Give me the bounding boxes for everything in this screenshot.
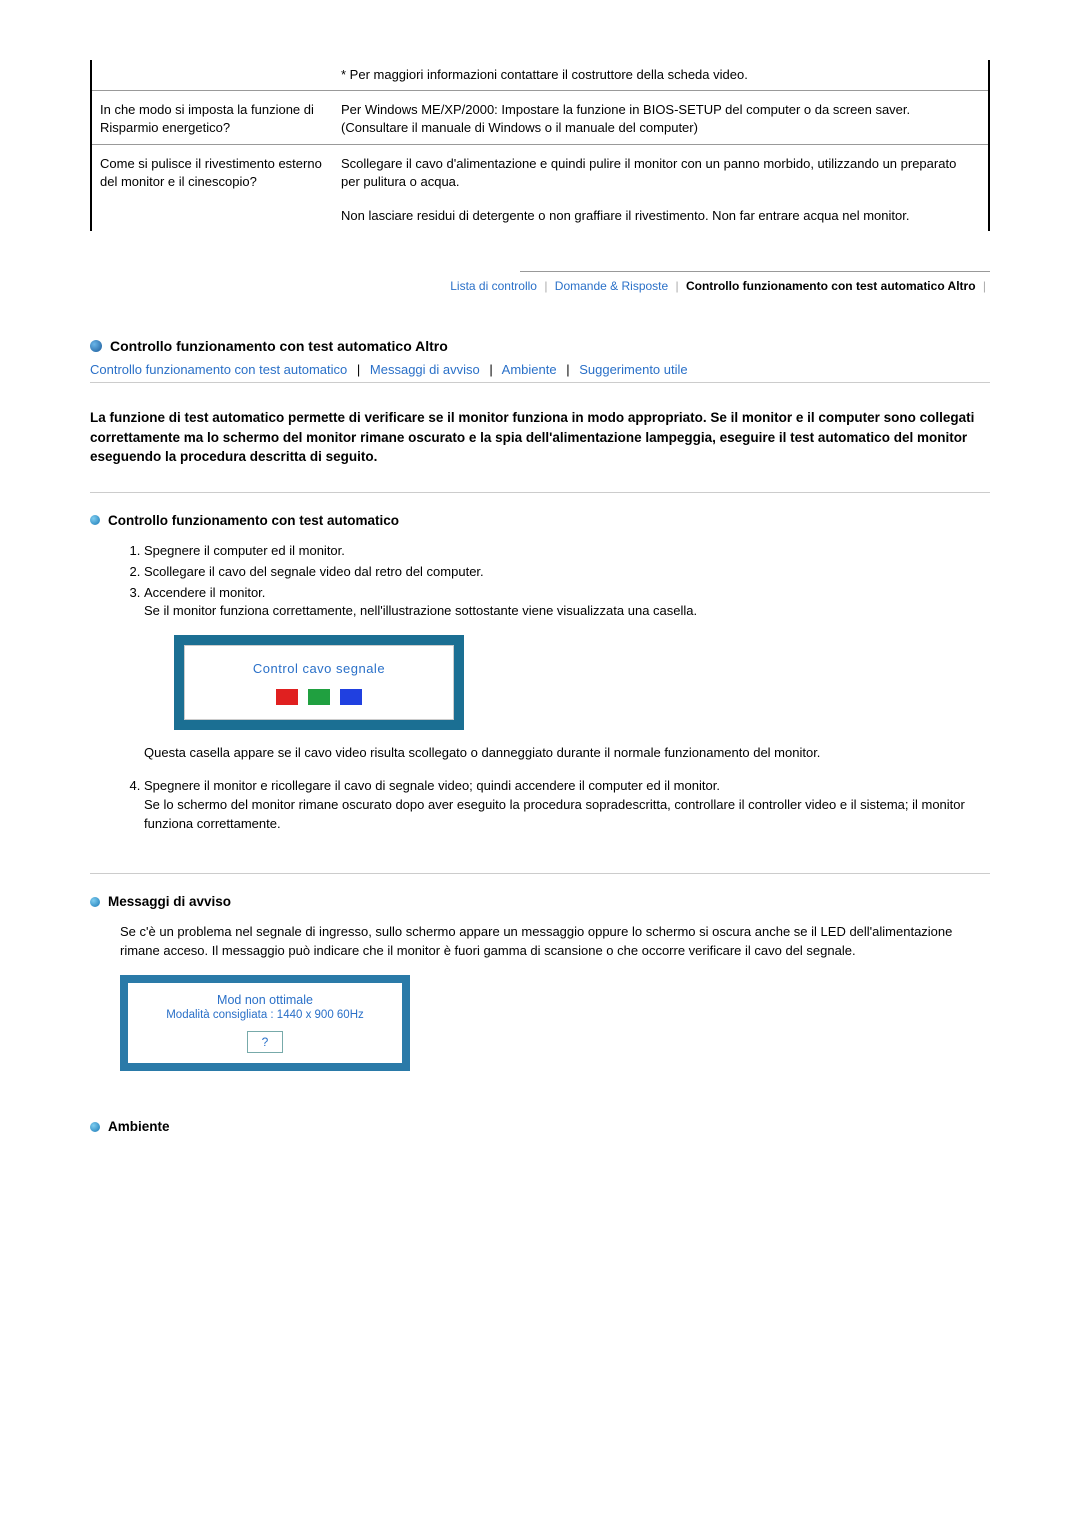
dialog-line: Mod non ottimale — [136, 993, 394, 1007]
step-text: Spegnere il computer ed il monitor. — [144, 543, 345, 558]
dialog-line: Modalità consigliata : 1440 x 900 60Hz — [136, 1009, 394, 1021]
list-item: Scollegare il cavo del segnale video dal… — [144, 563, 990, 582]
bullet-icon — [90, 515, 100, 525]
step-text: Accendere il monitor. — [144, 585, 265, 600]
divider — [90, 873, 990, 874]
subsection-title: Messaggi di avviso — [108, 894, 231, 909]
separator: | — [544, 279, 547, 293]
paragraph: Se c'è un problema nel segnale di ingres… — [120, 923, 990, 961]
step-extra: Se il monitor funziona correttamente, ne… — [144, 602, 990, 621]
separator: | — [489, 362, 492, 377]
anchor-link[interactable]: Ambiente — [502, 362, 557, 377]
color-swatches — [193, 689, 445, 705]
separator: | — [357, 362, 360, 377]
section-title: Controllo funzionamento con test automat… — [110, 338, 448, 354]
step-text: Spegnere il monitor e ricollegare il cav… — [144, 778, 720, 793]
step-text: Scollegare il cavo del segnale video dal… — [144, 564, 484, 579]
subsection-title: Controllo funzionamento con test automat… — [108, 513, 399, 528]
nav-item[interactable]: Lista di controllo — [450, 279, 537, 293]
qa-answer: Non lasciare residui di detergente o non… — [341, 197, 989, 231]
bullet-icon — [90, 340, 102, 352]
subsection-title: Ambiente — [108, 1119, 170, 1134]
dialog-text: Control cavo segnale — [193, 660, 445, 679]
nav-item-active[interactable]: Controllo funzionamento con test automat… — [686, 279, 976, 293]
anchor-link[interactable]: Controllo funzionamento con test automat… — [90, 362, 347, 377]
list-item: Accendere il monitor. Se il monitor funz… — [144, 584, 990, 763]
list-item: Spegnere il computer ed il monitor. — [144, 542, 990, 561]
mode-dialog-illustration: Mod non ottimale Modalità consigliata : … — [120, 975, 410, 1071]
steps-list: Spegnere il computer ed il monitor. Scol… — [144, 542, 990, 834]
paragraph: Questa casella appare se il cavo video r… — [144, 744, 990, 763]
intro-paragraph: La funzione di test automatico permette … — [90, 408, 990, 467]
qa-answer: Per Windows ME/XP/2000: Impostare la fun… — [341, 91, 989, 144]
green-swatch — [308, 689, 330, 705]
blue-swatch — [340, 689, 362, 705]
nav-item[interactable]: Domande & Risposte — [555, 279, 668, 293]
step-extra: Se lo schermo del monitor rimane oscurat… — [144, 796, 990, 834]
tab-nav: Lista di controllo | Domande & Risposte … — [90, 271, 990, 293]
qa-answer: Scollegare il cavo d'alimentazione e qui… — [341, 144, 989, 197]
signal-dialog-illustration: Control cavo segnale — [174, 635, 464, 730]
qa-question: In che modo si imposta la funzione di Ri… — [91, 91, 341, 144]
help-button: ? — [247, 1031, 284, 1053]
anchor-link[interactable]: Messaggi di avviso — [370, 362, 480, 377]
qa-question: Come si pulisce il rivestimento esterno … — [91, 144, 341, 231]
red-swatch — [276, 689, 298, 705]
anchor-link[interactable]: Suggerimento utile — [579, 362, 687, 377]
divider — [90, 492, 990, 493]
separator: | — [676, 279, 679, 293]
anchor-links: Controllo funzionamento con test automat… — [90, 362, 990, 383]
list-item: Spegnere il monitor e ricollegare il cav… — [144, 777, 990, 834]
divider — [520, 271, 990, 272]
bullet-icon — [90, 1122, 100, 1132]
separator: | — [566, 362, 569, 377]
qa-table: * Per maggiori informazioni contattare i… — [90, 60, 990, 231]
separator: | — [983, 279, 986, 293]
table-note: * Per maggiori informazioni contattare i… — [341, 60, 989, 91]
bullet-icon — [90, 897, 100, 907]
